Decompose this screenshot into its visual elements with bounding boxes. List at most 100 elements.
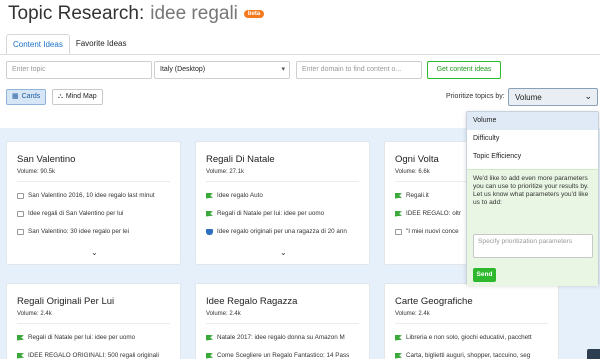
item-text: Idee regalo Auto [217,192,263,199]
card-volume: Volume: 27.1k [206,169,245,175]
prioritize-select-value: Volume [515,93,542,102]
tab-bar: Content Ideas Favorite Ideas [6,34,133,55]
document-icon [17,228,24,235]
flag-icon [17,334,24,341]
feedback-text: We'd like to add even more parameters yo… [473,175,589,206]
region-select-value: Italy (Desktop) [160,66,206,73]
document-icon [17,192,24,199]
cards-label: Cards [21,93,41,100]
divider [206,181,359,182]
list-item[interactable]: San Valentino 2016, 10 idee regalo last … [17,192,177,199]
card-volume: Volume: 6.6k [395,169,430,175]
list-item[interactable]: Idee regali di San Valentino per lui [17,210,177,217]
item-text: Regali di Natale per lui: idee per uomo [217,210,325,217]
cards-icon: ▦ [12,93,19,100]
mind-map-label: Mind Map [65,93,97,100]
page-title: Topic Research: idee regali beta [8,2,265,26]
list-item[interactable]: Idee regalo Auto [206,192,366,199]
flag-icon [206,334,213,341]
domain-input[interactable]: Enter domain to find content o... [296,61,422,79]
beta-badge: beta [243,10,265,18]
flag-icon [206,192,213,199]
list-item[interactable]: "I miei nuovi conce [395,228,467,235]
list-item[interactable]: Libreria e non solo, giochi educativi, p… [395,334,555,341]
item-text: Regali.it [406,192,429,199]
chevron-down-icon: ▾ [281,66,285,73]
tab-favorite-ideas[interactable]: Favorite Ideas [70,34,133,55]
list-item[interactable]: Regali di Natale per lui: idee per uomo [206,210,366,217]
card-title: Carte Geografiche [395,296,473,307]
item-text: Carta, biglietti auguri, shopper, taccui… [406,352,531,359]
title-prefix: Topic Research: [8,3,145,24]
flag-icon [395,352,402,359]
list-item[interactable]: Regali di Natale per lui: idee per uomo [17,334,177,341]
topic-card[interactable]: Idee Regalo Ragazza Volume: 2.4k Natale … [195,283,370,359]
flag-icon [206,210,213,217]
list-item[interactable]: San Valentino: 30 idee regalo per lei [17,228,177,235]
prioritization-input[interactable]: Specify prioritization parameters [473,234,593,258]
item-text: "I miei nuovi conce [406,228,459,235]
item-text: Idee regalo originali per una ragazza di… [217,228,347,235]
card-volume: Volume: 2.4k [17,311,52,317]
list-item[interactable]: Natale 2017: idee regalo donna su Amazon… [206,334,366,341]
tab-content-ideas[interactable]: Content Ideas [6,34,70,55]
get-content-ideas-button[interactable]: Get content ideas [427,61,501,79]
chat-widget-button[interactable] [587,349,600,359]
prioritize-dropdown: Volume Difficulty Topic Efficiency We'd … [466,111,599,286]
cards-view-button[interactable]: ▦ Cards [6,89,47,105]
flag-icon [17,352,24,359]
card-title: Regali Originali Per Lui [17,296,115,307]
mind-map-view-button[interactable]: ⛬ Mind Map [52,89,103,105]
chevron-down-icon: ⌄ [584,91,592,101]
option-topic-efficiency[interactable]: Topic Efficiency [467,148,598,166]
list-item[interactable]: Regali.it [395,192,467,199]
item-text: San Valentino 2016, 10 idee regalo last … [28,192,155,199]
document-icon [395,228,402,235]
topic-card[interactable]: Regali Originali Per Lui Volume: 2.4k Re… [6,283,181,359]
card-title: Ogni Volta [395,154,439,165]
mind-map-icon: ⛬ [58,93,63,100]
divider [206,323,359,324]
card-volume: Volume: 2.4k [395,311,430,317]
prioritize-label: Prioritize topics by: [446,93,505,100]
item-text: Come Scegliere un Regalo Fantastico: 14 … [217,352,350,359]
card-title: Idee Regalo Ragazza [206,296,298,307]
topic-card[interactable]: San Valentino Volume: 90.5k San Valentin… [6,141,181,265]
option-difficulty[interactable]: Difficulty [467,130,598,148]
shield-icon [206,228,213,235]
send-button[interactable]: Send [473,268,496,282]
divider [17,323,170,324]
topic-card[interactable]: Carte Geografiche Volume: 2.4k Libreria … [384,283,559,359]
flag-icon [395,210,402,217]
option-volume[interactable]: Volume [467,112,598,130]
item-text: Libreria e non solo, giochi educativi, p… [406,334,532,341]
title-keyword: idee regali [150,3,238,24]
expand-chevron-icon[interactable]: ⌄ [280,248,287,257]
divider [395,323,548,324]
tab-divider [0,54,600,55]
card-volume: Volume: 90.5k [17,169,56,175]
flag-icon [395,334,402,341]
expand-chevron-icon[interactable]: ⌄ [91,248,98,257]
document-icon [17,210,24,217]
item-text: Natale 2017: idee regalo donna su Amazon… [217,334,345,341]
list-item[interactable]: Carta, biglietti auguri, shopper, taccui… [395,352,555,359]
item-text: Idee regali di San Valentino per lui [28,210,124,217]
flag-icon [206,352,213,359]
list-item[interactable]: Idee regalo originali per una ragazza di… [206,228,366,235]
prioritize-select[interactable]: Volume ⌄ [508,88,598,106]
item-text: IDEE REGALO ORIGINALI: 500 regali origin… [28,352,159,359]
list-item[interactable]: Come Scegliere un Regalo Fantastico: 14 … [206,352,366,359]
topic-card[interactable]: Regali Di Natale Volume: 27.1k Idee rega… [195,141,370,265]
flag-icon [395,192,402,199]
list-item[interactable]: IDEE REGALO ORIGINALI: 500 regali origin… [17,352,177,359]
item-text: San Valentino: 30 idee regalo per lei [28,228,130,235]
topic-input[interactable]: Enter topic [6,61,152,79]
region-select[interactable]: Italy (Desktop) ▾ [154,61,290,79]
divider [17,181,170,182]
item-text: IDEE REGALO: oltr [406,210,461,217]
card-title: San Valentino [17,154,76,165]
list-item[interactable]: IDEE REGALO: oltr [395,210,467,217]
feedback-panel: We'd like to add even more parameters yo… [467,169,598,286]
item-text: Regali di Natale per lui: idee per uomo [28,334,136,341]
